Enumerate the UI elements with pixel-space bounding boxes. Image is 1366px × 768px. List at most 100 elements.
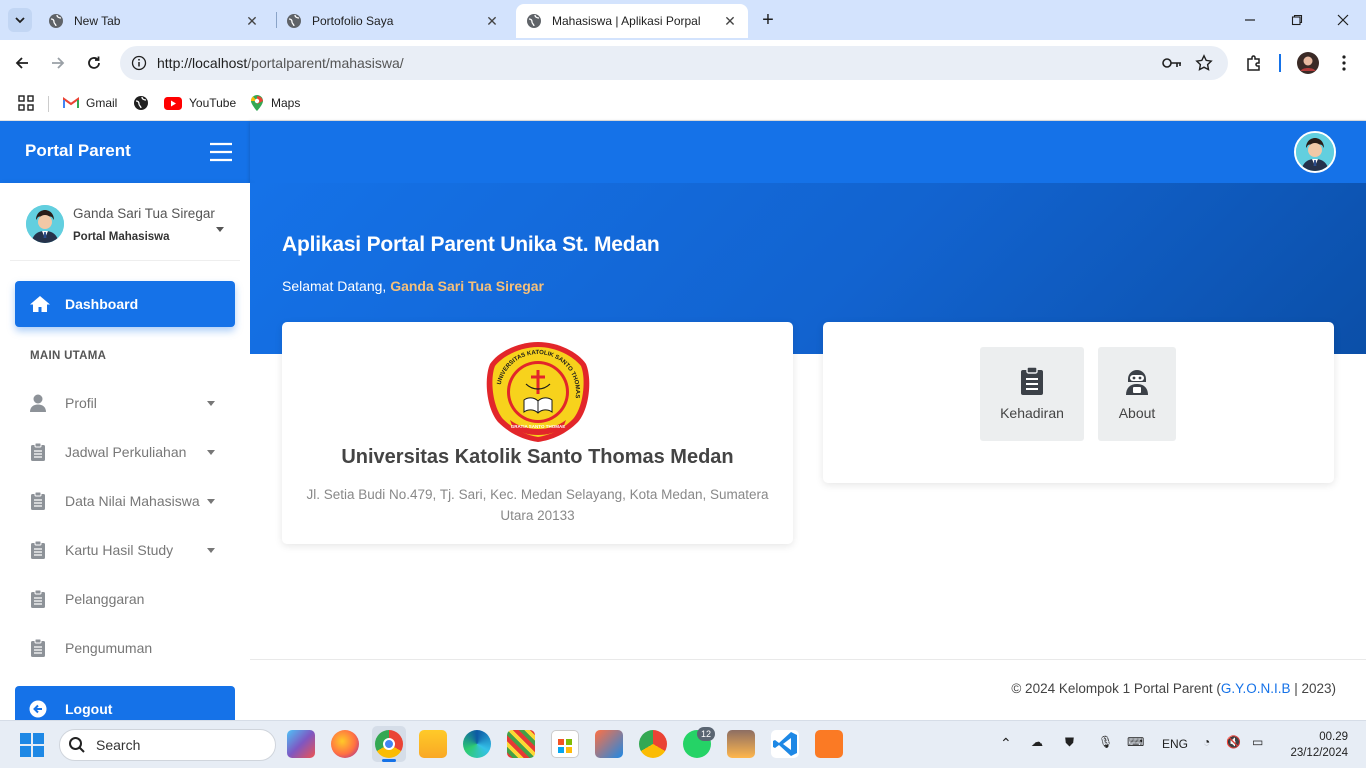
sidebar-item-profil[interactable]: Profil [15, 383, 235, 423]
clipboard-icon [30, 590, 45, 608]
browser-toolbar: http://localhost/portalparent/mahasiswa/ [0, 40, 1366, 86]
security-icon[interactable]: ⛊ [1065, 735, 1074, 750]
quick-label: Kehadiran [1000, 405, 1064, 421]
file-explorer-icon[interactable] [419, 730, 447, 758]
clipboard-icon [1021, 367, 1043, 395]
address-bar[interactable]: http://localhost/portalparent/mahasiswa/ [120, 46, 1228, 80]
sidebar-item-pengumuman[interactable]: Pengumuman [15, 628, 235, 668]
caret-down-icon[interactable] [216, 227, 224, 232]
footer-link[interactable]: G.Y.O.N.I.B [1221, 681, 1291, 696]
windows-taskbar: Search 12 ⌃ ☁ ⛊ 🎙 ⌨ ENG ◔ 🔇 ▭ 00.29 23/1… [0, 720, 1366, 768]
close-icon[interactable]: ✕ [244, 13, 260, 29]
restore-button[interactable] [1283, 8, 1311, 32]
puzzle-icon [1247, 55, 1260, 71]
hamburger-menu-icon[interactable] [208, 141, 234, 163]
key-icon[interactable] [1162, 56, 1182, 70]
info-icon[interactable] [131, 55, 147, 71]
matlab-icon[interactable] [595, 730, 623, 758]
firefox-icon[interactable] [331, 730, 359, 758]
university-logo: UNIVERSITAS KATOLIK SANTO THOMAS GRATIA … [486, 342, 590, 442]
sidebar-item-logout[interactable]: Logout [15, 686, 235, 720]
onedrive-icon[interactable]: ☁ [1031, 735, 1043, 749]
search-label: Search [96, 737, 141, 753]
university-card: UNIVERSITAS KATOLIK SANTO THOMAS GRATIA … [282, 322, 793, 544]
start-button[interactable] [20, 733, 44, 757]
arrow-circle-left-icon [29, 700, 46, 718]
tab-title: Mahasiswa | Aplikasi Porpal [552, 14, 701, 28]
url-text[interactable]: http://localhost/portalparent/mahasiswa/ [157, 55, 404, 71]
close-icon [1337, 14, 1349, 26]
sidebar-item-label: Pengumuman [65, 640, 153, 656]
robot-icon [1126, 370, 1148, 395]
sidebar-item-label: Profil [65, 395, 97, 411]
user-name: Ganda Sari Tua Siregar [73, 206, 215, 221]
profile-button[interactable] [1296, 51, 1320, 75]
bookmark-youtube[interactable]: YouTube [164, 92, 236, 114]
taskbar-search[interactable]: Search [59, 729, 276, 761]
tab-mahasiswa[interactable]: Mahasiswa | Aplikasi Porpal ✕ [516, 4, 748, 38]
chrome-icon[interactable] [639, 730, 667, 758]
wifi-icon[interactable]: ◔ [1203, 735, 1210, 749]
reload-button[interactable] [82, 51, 106, 75]
sidebar-item-label: Jadwal Perkuliahan [65, 444, 187, 460]
kehadiran-button[interactable]: Kehadiran [980, 347, 1084, 441]
back-button[interactable] [10, 51, 34, 75]
extensions-button[interactable] [1242, 51, 1266, 75]
app-icon[interactable] [507, 730, 535, 758]
forward-button[interactable] [46, 51, 70, 75]
xampp-icon[interactable] [815, 730, 843, 758]
bookmark-maps[interactable]: Maps [250, 92, 300, 114]
microphone-icon[interactable]: 🎙 [1098, 735, 1113, 749]
sidebar-item-data-nilai-mahasiswa[interactable]: Data Nilai Mahasiswa [15, 481, 235, 521]
microsoft-store-icon[interactable] [551, 730, 579, 758]
keyboard-icon[interactable]: ⌨ [1127, 735, 1144, 749]
minimize-button[interactable] [1236, 8, 1264, 32]
chrome-taskbar-active[interactable] [372, 726, 406, 762]
bookmark-label: YouTube [189, 96, 237, 110]
maps-icon [250, 94, 263, 111]
url-host: http://localhost [157, 55, 248, 71]
sidebar-item-pelanggaran[interactable]: Pelanggaran [15, 579, 235, 619]
language-indicator[interactable]: ENG [1162, 737, 1188, 751]
sidebar-item-label: Data Nilai Mahasiswa [65, 493, 200, 509]
bookmark-gmail[interactable]: Gmail [63, 92, 117, 114]
vscode-icon[interactable] [771, 730, 799, 758]
tab-new-tab[interactable]: New Tab ✕ [38, 4, 270, 38]
apps-button[interactable] [18, 92, 41, 114]
footer-prefix: © 2024 Kelompok 1 Portal Parent ( [1011, 681, 1221, 696]
edge-icon[interactable] [463, 730, 491, 758]
about-button[interactable]: About [1098, 347, 1176, 441]
home-icon [30, 296, 50, 312]
menu-button[interactable] [1332, 51, 1356, 75]
tab-search-button[interactable] [8, 8, 32, 32]
youtube-icon [164, 96, 182, 110]
tray-expand-icon[interactable]: ⌃ [1000, 735, 1012, 752]
game-icon[interactable] [727, 730, 755, 758]
sidebar-item-dashboard[interactable]: Dashboard [15, 281, 235, 327]
sidebar-item-label: Kartu Hasil Study [65, 542, 174, 558]
sidebar-item-kartu-hasil-study[interactable]: Kartu Hasil Study [15, 530, 235, 570]
quick-links-card: Kehadiran About [823, 322, 1334, 483]
sidebar-item-jadwal-perkuliahan[interactable]: Jadwal Perkuliahan [15, 432, 235, 472]
brand-title[interactable]: Portal Parent [25, 141, 131, 161]
clock[interactable]: 00.29 23/12/2024 [1290, 729, 1348, 761]
footer-text: © 2024 Kelompok 1 Portal Parent (G.Y.O.N… [1011, 681, 1336, 696]
caret-down-icon [207, 450, 215, 455]
clipboard-icon [30, 492, 45, 510]
bookmark-globe[interactable] [133, 92, 156, 114]
close-window-button[interactable] [1329, 8, 1357, 32]
avatar[interactable] [1294, 131, 1336, 173]
kebab-menu-icon [1342, 55, 1346, 71]
volume-muted-icon[interactable]: 🔇 [1226, 735, 1241, 749]
footer: © 2024 Kelompok 1 Portal Parent (G.Y.O.N… [250, 659, 1366, 720]
tab-portofolio[interactable]: Portofolio Saya ✕ [276, 4, 510, 38]
close-icon[interactable]: ✕ [722, 13, 738, 29]
new-tab-button[interactable]: + [756, 8, 780, 32]
close-icon[interactable]: ✕ [484, 13, 500, 29]
caret-down-icon [207, 401, 215, 406]
star-icon[interactable] [1195, 54, 1213, 72]
copilot-icon[interactable] [287, 730, 315, 758]
windows-logo-icon [20, 733, 44, 757]
battery-icon[interactable]: ▭ [1252, 735, 1263, 749]
user-panel[interactable]: Ganda Sari Tua Siregar Portal Mahasiswa [10, 197, 240, 261]
